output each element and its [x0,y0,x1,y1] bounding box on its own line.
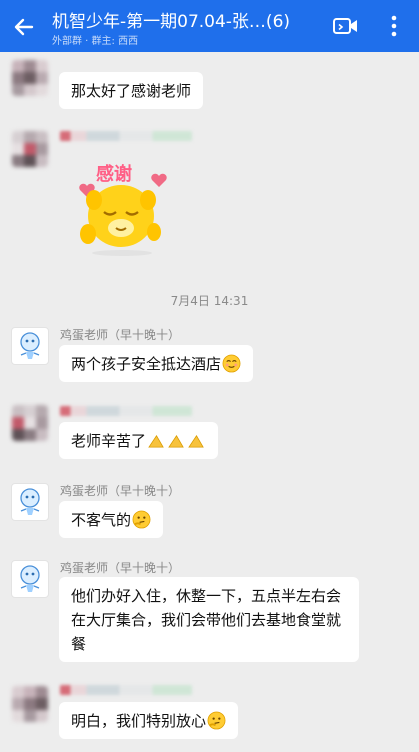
robot-avatar-icon [20,488,40,515]
message-text: 他们办好入住，休整一下，五点半左右会在大厅集合，我们会带他们去基地食堂就餐 [71,587,342,653]
message-text: 老师辛苦了 [71,432,147,450]
message-bubble[interactable]: 明白，我们特别放心 [59,702,239,739]
chat-title[interactable]: 机智少年-第一期07.04-张…(6) [52,11,322,33]
avatar[interactable] [11,560,49,598]
avatar[interactable] [12,131,48,167]
sender-name: 鸡蛋老师（早十晚十） [60,484,181,498]
sticker-caption: 感谢 [96,164,132,185]
sender-name [60,406,192,416]
relieved-emoji-icon [222,354,241,373]
pray-emoji-icon [148,435,164,448]
video-call-icon[interactable] [333,17,359,35]
robot-avatar-icon [20,332,40,359]
avatar[interactable] [12,686,48,722]
sender-name: 鸡蛋老师（早十晚十） [60,328,181,342]
message-bubble[interactable]: 两个孩子安全抵达酒店 [59,345,254,382]
avatar[interactable] [11,483,49,521]
avatar[interactable] [11,327,49,365]
chat-header: 机智少年-第一期07.04-张…(6) 外部群 · 群主: 西西 [0,0,419,52]
thinking-emoji-icon [207,711,226,730]
avatar[interactable] [12,60,48,96]
message-text: 不客气的 [71,511,132,529]
more-vertical-icon[interactable] [391,15,397,37]
sticker-thanks[interactable]: 感谢 [72,158,172,258]
pray-emoji-icon [168,435,184,448]
message-text: 那太好了感谢老师 [71,82,192,100]
message-bubble[interactable]: 老师辛苦了 [59,422,219,459]
sender-name [60,685,192,695]
message-text: 两个孩子安全抵达酒店 [71,355,222,373]
message-bubble[interactable]: 那太好了感谢老师 [59,72,204,109]
avatar[interactable] [12,405,48,441]
sender-name [60,131,192,141]
chat-subtitle: 外部群 · 群主: 西西 [52,36,139,47]
message-bubble[interactable]: 不客气的 [59,501,164,538]
message-text: 明白，我们特别放心 [71,712,207,730]
sender-name: 鸡蛋老师（早十晚十） [60,561,181,575]
robot-avatar-icon [20,565,40,592]
timestamp: 7月4日 14:31 [170,294,249,308]
pray-emoji-icon [188,435,204,448]
message-bubble[interactable]: 他们办好入住，休整一下，五点半左右会在大厅集合，我们会带他们去基地食堂就餐 [59,577,359,662]
arrow-left-icon[interactable] [12,15,36,39]
thinking-emoji-icon [132,510,151,529]
